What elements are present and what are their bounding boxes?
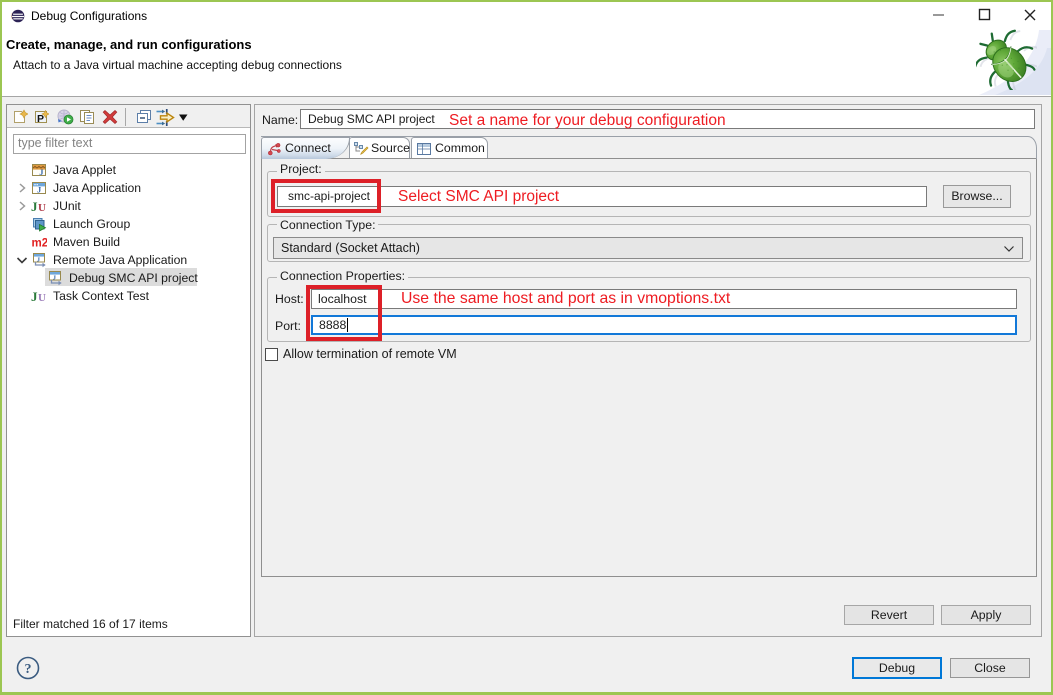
svg-text:U: U <box>38 292 46 304</box>
svg-text:m2: m2 <box>32 238 48 250</box>
svg-text:U: U <box>38 202 46 214</box>
svg-text:?: ? <box>25 662 32 677</box>
svg-text:J: J <box>39 167 44 177</box>
svg-text:J: J <box>31 199 38 214</box>
svg-text:J: J <box>31 289 38 304</box>
